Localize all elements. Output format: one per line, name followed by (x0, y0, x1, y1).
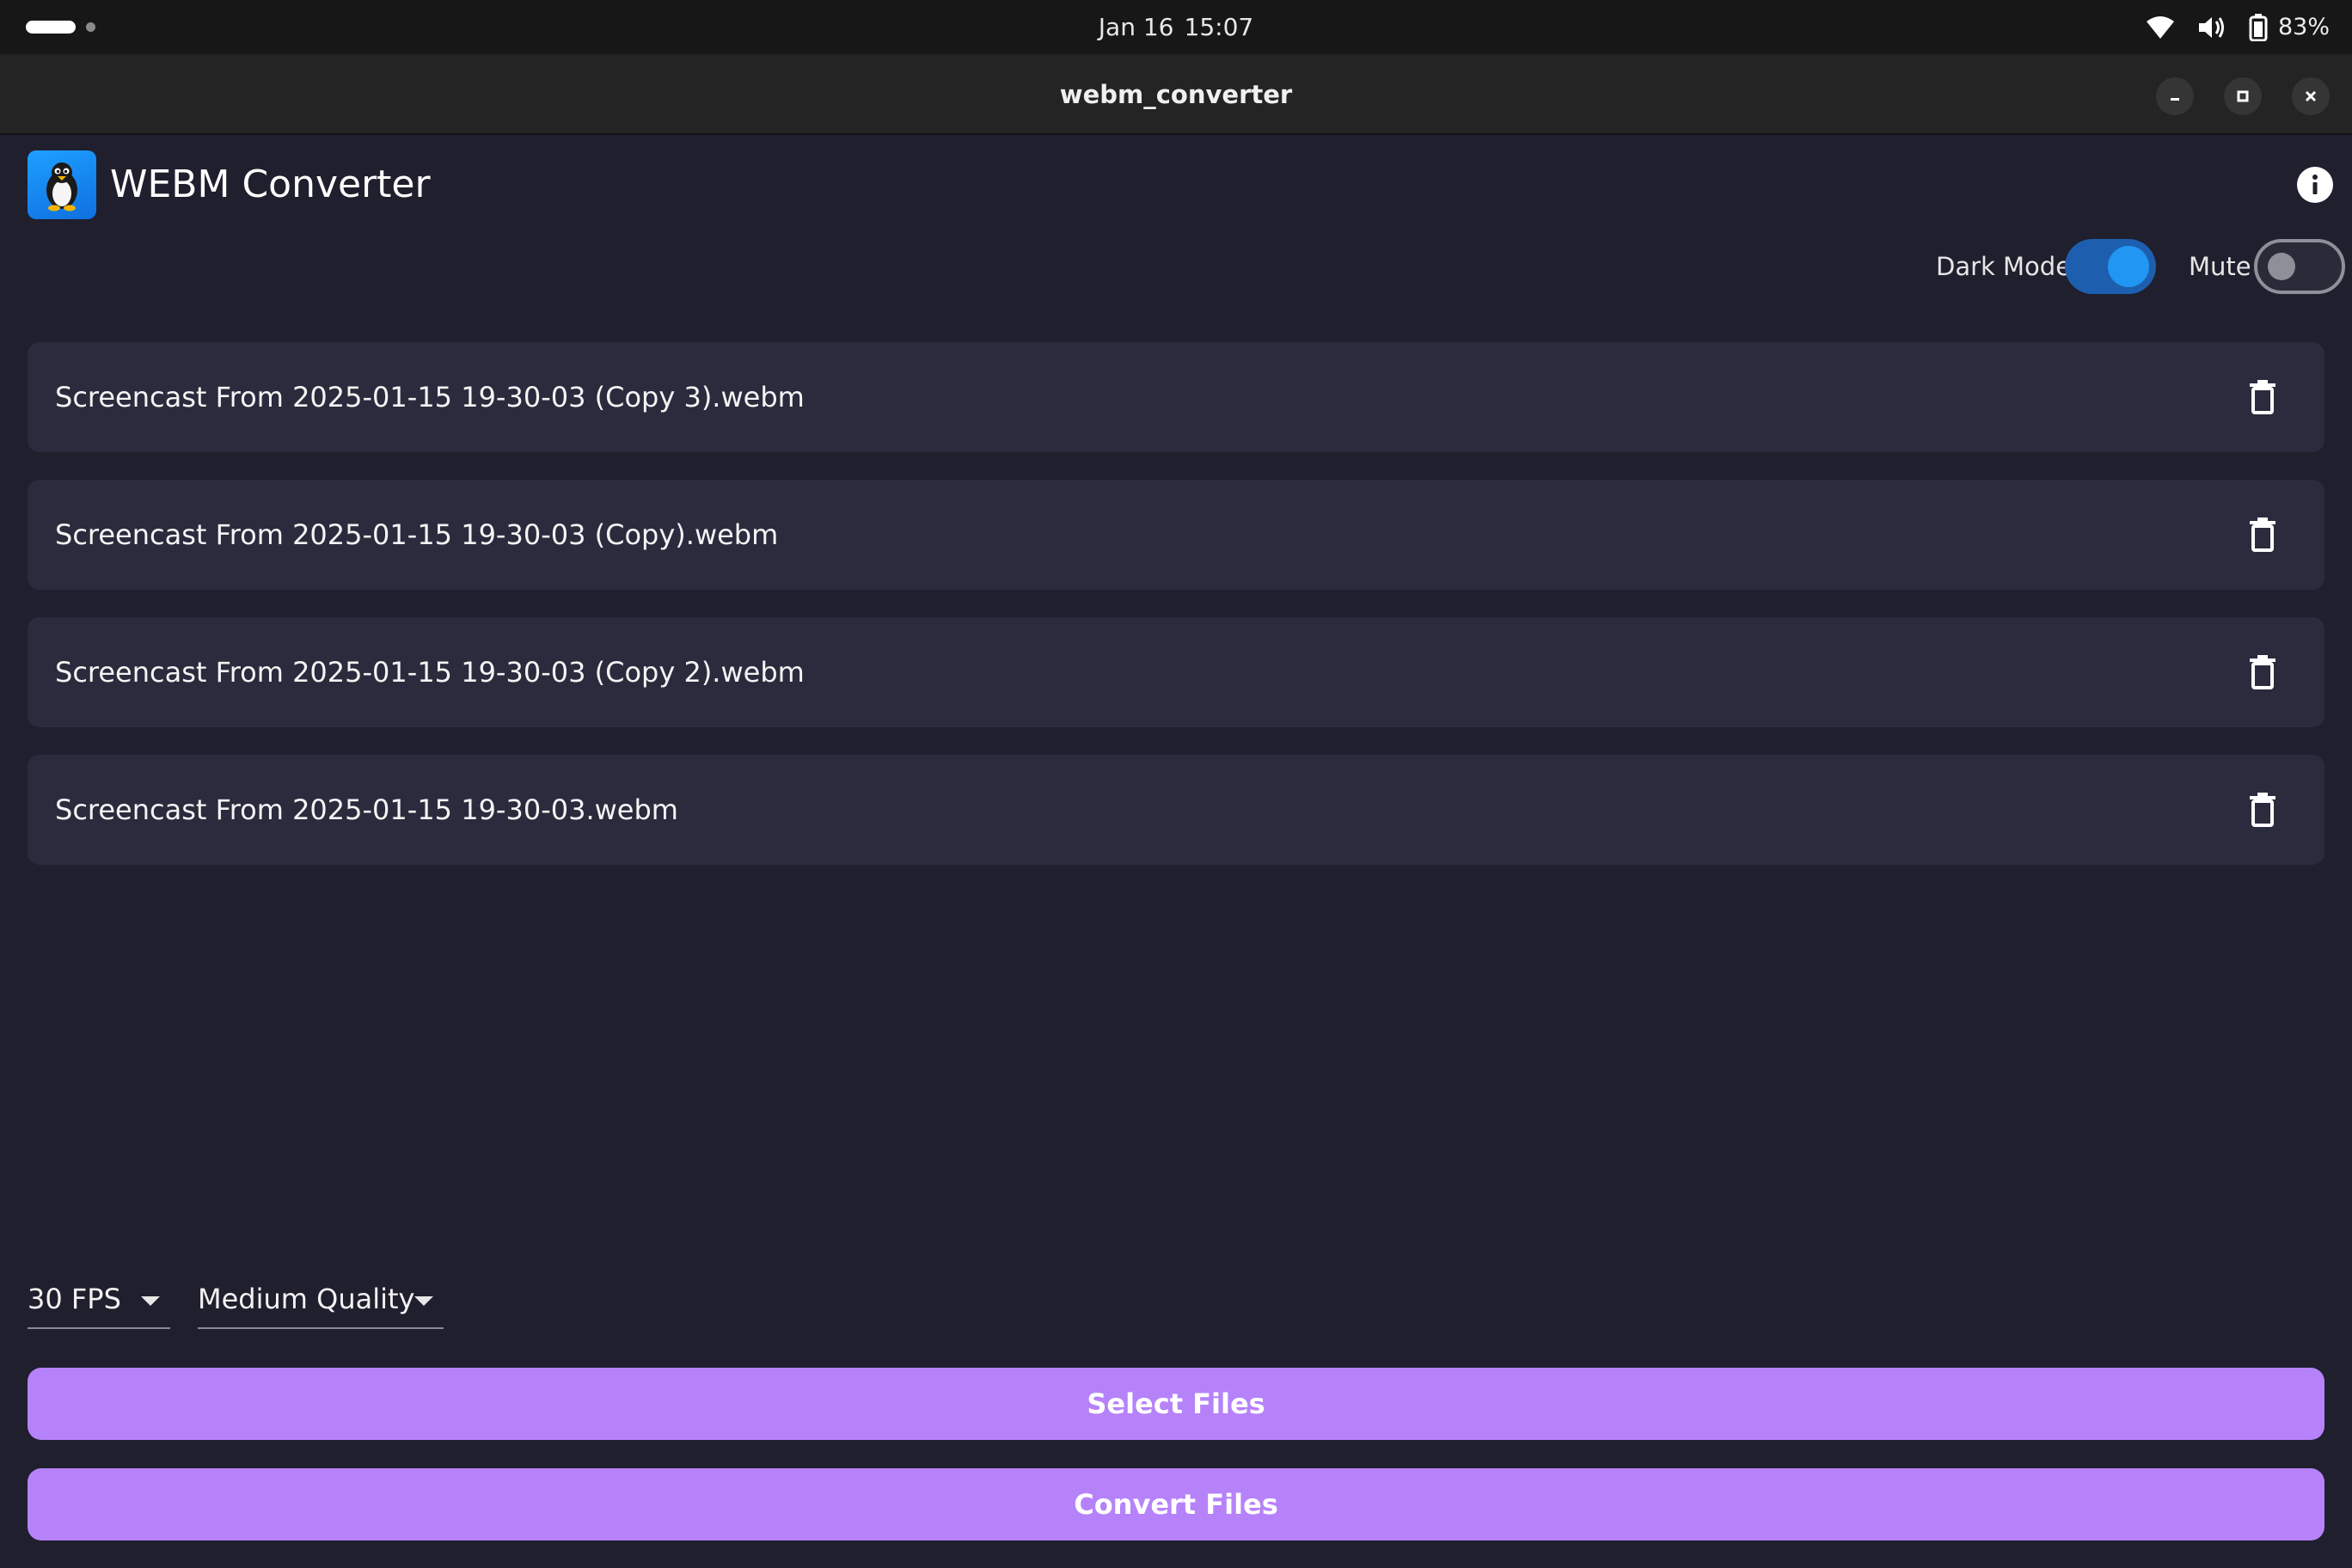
delete-file-button[interactable] (2239, 648, 2287, 696)
chevron-down-icon (414, 1296, 433, 1306)
trash-icon (2250, 518, 2275, 552)
battery-icon (2249, 13, 2268, 41)
select-files-button[interactable]: Select Files (28, 1368, 2324, 1440)
app-title: WEBM Converter (110, 162, 431, 206)
quality-dropdown[interactable]: Medium Quality (198, 1271, 444, 1329)
penguin-app-icon (28, 150, 96, 219)
maximize-button[interactable] (2224, 77, 2262, 115)
trash-icon (2250, 655, 2275, 689)
chevron-down-icon (141, 1296, 160, 1306)
volume-icon (2197, 15, 2226, 40)
wifi-icon (2146, 15, 2175, 40)
system-top-bar: Jan 16 15:07 83% (0, 0, 2352, 54)
file-name: Screencast From 2025-01-15 19-30-03 (Cop… (55, 381, 805, 413)
minimize-icon (2171, 98, 2179, 101)
mute-toggle[interactable] (2254, 239, 2345, 294)
minimize-button[interactable] (2156, 77, 2194, 115)
delete-file-button[interactable] (2239, 373, 2287, 421)
close-button[interactable] (2292, 77, 2330, 115)
system-status-area[interactable]: 83% (2146, 0, 2330, 54)
mute-label: Mute (2189, 252, 2251, 281)
window-title-bar[interactable]: webm_converter (0, 54, 2352, 135)
mute-toggle-knob (2268, 253, 2295, 280)
delete-file-button[interactable] (2239, 786, 2287, 834)
window-title: webm_converter (1059, 80, 1293, 109)
clock-time: 15:07 (1184, 13, 1254, 41)
battery-percentage: 83% (2277, 14, 2330, 40)
clock[interactable]: Jan 16 15:07 (0, 0, 2352, 54)
delete-file-button[interactable] (2239, 511, 2287, 559)
file-name: Screencast From 2025-01-15 19-30-03 (Cop… (55, 656, 805, 689)
close-icon (2305, 90, 2317, 102)
maximize-icon (2237, 90, 2249, 102)
quality-selected-value: Medium Quality (198, 1283, 415, 1315)
file-list-item: Screencast From 2025-01-15 19-30-03 (Cop… (28, 480, 2324, 590)
dark-mode-toggle[interactable] (2065, 239, 2156, 294)
file-list-item: Screencast From 2025-01-15 19-30-03 (Cop… (28, 342, 2324, 452)
trash-icon (2250, 380, 2275, 414)
fps-selected-value: 30 FPS (28, 1283, 121, 1315)
info-button[interactable] (2297, 167, 2333, 203)
dark-mode-label: Dark Mode (1936, 252, 2072, 281)
convert-files-button[interactable]: Convert Files (28, 1468, 2324, 1540)
fps-dropdown[interactable]: 30 FPS (28, 1271, 170, 1329)
file-list-item: Screencast From 2025-01-15 19-30-03.webm (28, 755, 2324, 865)
file-name: Screencast From 2025-01-15 19-30-03.webm (55, 793, 678, 826)
file-list-item: Screencast From 2025-01-15 19-30-03 (Cop… (28, 617, 2324, 727)
file-name: Screencast From 2025-01-15 19-30-03 (Cop… (55, 518, 779, 551)
info-icon (2312, 175, 2318, 194)
trash-icon (2250, 793, 2275, 827)
clock-date: Jan 16 (1098, 13, 1174, 41)
dark-mode-toggle-knob (2108, 246, 2149, 287)
